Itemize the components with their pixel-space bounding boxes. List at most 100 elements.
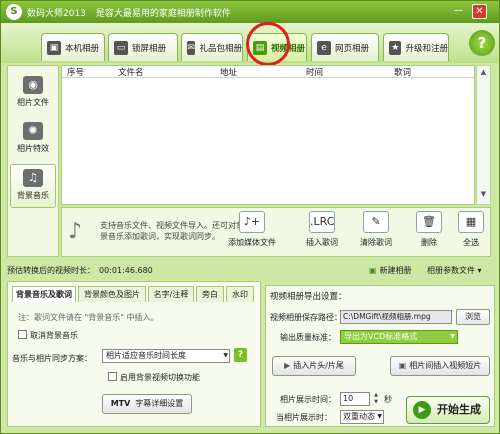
column-header-lyrics[interactable]: 歌词 <box>394 66 411 78</box>
status-bar: 预估转换后的视频时长： 00:01:46.680 新建相册 相册参数文件 ▾ <box>7 263 495 279</box>
sync-scheme-select[interactable]: 相片适应音乐时间长度 <box>102 349 230 363</box>
sync-help-icon[interactable]: ? <box>234 348 247 362</box>
cancel-music-checkbox[interactable]: 取消背景音乐 <box>18 330 78 341</box>
enable-video-switch-checkbox[interactable]: 启用背景视频切换功能 <box>108 372 200 383</box>
estimated-duration: 预估转换后的视频时长： 00:01:46.680 <box>7 265 153 276</box>
highlight-circle-annotation <box>246 22 290 66</box>
tab-local-album[interactable]: ▣ 本机相册 <box>41 33 105 61</box>
music-note-icon: ♪ <box>68 219 83 244</box>
tab-label: 礼品包相册 <box>199 43 242 54</box>
title-bar: S 数码大师2013 是容大最易用的家庭相册制作软件 — ✕ <box>1 1 499 23</box>
start-generate-button[interactable]: ▶ 开始生成 <box>406 396 490 424</box>
app-window: S 数码大师2013 是容大最易用的家庭相册制作软件 — ✕ ▣ 本机相册 ▭ 锁… <box>0 0 500 434</box>
button-label: 删除 <box>421 238 437 247</box>
checkbox-label: 启用背景视频切换功能 <box>120 373 200 382</box>
insert-lyrics-button[interactable]: .LRC 插入歌词 <box>300 211 344 255</box>
app-logo-icon: S <box>6 4 22 20</box>
tab-label: 升级和注册 <box>405 43 448 54</box>
select-all-icon: ▦ <box>458 211 484 233</box>
tab-bg-color-image[interactable]: 背景颜色及图片 <box>78 286 146 302</box>
sidebar-item-background-music[interactable]: ♫ 背景音乐 <box>10 164 56 208</box>
tab-upgrade-register[interactable]: ★ 升级和注册 <box>383 33 449 61</box>
select-all-button[interactable]: ▦ 全选 <box>454 211 488 255</box>
column-header-time[interactable]: 时间 <box>306 66 323 78</box>
column-header-index[interactable]: 序号 <box>67 66 84 78</box>
save-path-label: 视频相册保存路径： <box>270 313 342 322</box>
scroll-up-icon[interactable]: ▲ <box>478 68 489 80</box>
button-label: 全选 <box>463 238 479 247</box>
insert-video-clip-button[interactable]: ▣ 相片间插入视频短片 <box>390 356 490 376</box>
new-album-button[interactable]: 新建相册 <box>369 265 412 276</box>
tab-watermark[interactable]: 水印 <box>226 286 254 302</box>
scroll-down-icon[interactable]: ▼ <box>478 190 489 202</box>
minimize-button[interactable]: — <box>451 4 466 19</box>
app-subtitle: 是容大最易用的家庭相册制作软件 <box>95 9 231 19</box>
sidebar-item-photo-effects[interactable]: ✺ 相片特效 <box>10 118 56 162</box>
tab-label: 网页相册 <box>335 43 370 54</box>
video-clip-icon: ▣ <box>398 361 407 370</box>
button-label: 字幕详细设置 <box>135 399 184 408</box>
lrc-icon: .LRC <box>309 211 335 233</box>
music-file-list[interactable]: 序号 文件名 地址 时间 歌词 <box>61 65 475 205</box>
sidebar-item-photo-files[interactable]: ◉ 相片文件 <box>10 72 56 116</box>
column-header-path[interactable]: 地址 <box>220 66 237 78</box>
add-media-button[interactable]: ♪+ 添加媒体文件 <box>224 211 280 255</box>
mtv-icon: MTV <box>110 399 131 408</box>
checkbox-box[interactable] <box>108 372 117 381</box>
display-mode-label: 当相片展示时： <box>276 413 332 422</box>
sidebar-item-label: 相片特效 <box>17 144 49 153</box>
browse-button[interactable]: 浏览 <box>456 309 490 325</box>
show-time-stepper[interactable]: ▲ ▼ <box>372 392 380 406</box>
button-label: 插入片头/片尾 <box>293 361 344 370</box>
duration-value: 00:01:46.680 <box>99 266 153 275</box>
sidebar-item-label: 相片文件 <box>17 98 49 107</box>
music-settings-panel: 背景音乐及歌词 背景颜色及图片 名字/注释 旁白 水印 注：歌词文件请在 "背景… <box>7 281 261 427</box>
show-time-label: 相片展示时间： <box>280 395 336 404</box>
film-clip-icon: ▶ <box>284 361 291 370</box>
music-icon: ♫ <box>23 169 43 187</box>
tab-label: 锁屏相册 <box>132 43 167 54</box>
display-mode-select[interactable]: 双重动态 <box>340 410 384 424</box>
button-label: 开始生成 <box>437 403 481 416</box>
button-label: 相片间插入视频短片 <box>409 361 482 370</box>
lyrics-hint: 注：歌词文件请在 "背景音乐" 中插入。 <box>18 313 159 322</box>
sync-scheme-label: 音乐与相片同步方案： <box>12 354 92 363</box>
music-action-bar: ♪ 支持音乐文件、视频文件导入。还可对背景音乐添加歌词，实现歌词同步。 ♪+ 添… <box>61 207 491 257</box>
quality-select[interactable]: 导出为VCD标准格式 <box>340 330 458 344</box>
window-title: 数码大师2013 是容大最易用的家庭相册制作软件 <box>27 6 231 19</box>
tab-bg-music-lyrics[interactable]: 背景音乐及歌词 <box>12 286 76 302</box>
clear-lyrics-button[interactable]: ✎ 清除歌词 <box>354 211 398 255</box>
button-label: 清除歌词 <box>360 238 392 247</box>
tab-name-note[interactable]: 名字/注释 <box>148 286 194 302</box>
add-media-icon: ♪+ <box>239 211 265 233</box>
tab-lockscreen-album[interactable]: ▭ 锁屏相册 <box>108 33 178 61</box>
tab-narration[interactable]: 旁白 <box>196 286 224 302</box>
sparkle-icon: ✺ <box>23 122 43 140</box>
column-header-filename[interactable]: 文件名 <box>118 66 144 78</box>
left-sidebar: ◉ 相片文件 ✺ 相片特效 ♫ 背景音乐 <box>7 65 59 257</box>
insert-intro-outro-button[interactable]: ▶ 插入片头/片尾 <box>272 356 356 376</box>
show-time-input[interactable]: 10 <box>340 392 370 406</box>
save-path-field[interactable]: C:\DMGift\视频相册.mpg <box>340 310 452 324</box>
delete-button[interactable]: 🗑 删除 <box>412 211 446 255</box>
checkbox-box[interactable] <box>18 330 27 339</box>
tab-label: 本机相册 <box>65 43 100 54</box>
trash-icon: 🗑 <box>416 211 442 233</box>
export-settings-title: 视频相册导出设置： <box>270 292 347 302</box>
list-scrollbar[interactable]: ▲ ▼ <box>476 65 491 205</box>
ie-icon: e <box>317 40 331 55</box>
app-title: 数码大师2013 <box>27 9 86 19</box>
tv-icon: ▭ <box>114 40 128 55</box>
checkbox-label: 取消背景音乐 <box>30 331 78 340</box>
upgrade-icon: ★ <box>389 40 402 55</box>
gift-icon: ✉ <box>187 40 196 55</box>
subtitle-settings-button[interactable]: MTV 字幕详细设置 <box>102 394 192 414</box>
clear-lyrics-icon: ✎ <box>363 211 389 233</box>
tab-gift-album[interactable]: ✉ 礼品包相册 <box>181 33 243 61</box>
close-button[interactable]: ✕ <box>472 4 487 19</box>
button-label: 插入歌词 <box>306 238 338 247</box>
help-button[interactable]: ? <box>469 30 495 56</box>
seconds-unit: 秒 <box>384 395 392 404</box>
album-param-file-button[interactable]: 相册参数文件 ▾ <box>427 265 482 276</box>
tab-web-album[interactable]: e 网页相册 <box>311 33 379 61</box>
